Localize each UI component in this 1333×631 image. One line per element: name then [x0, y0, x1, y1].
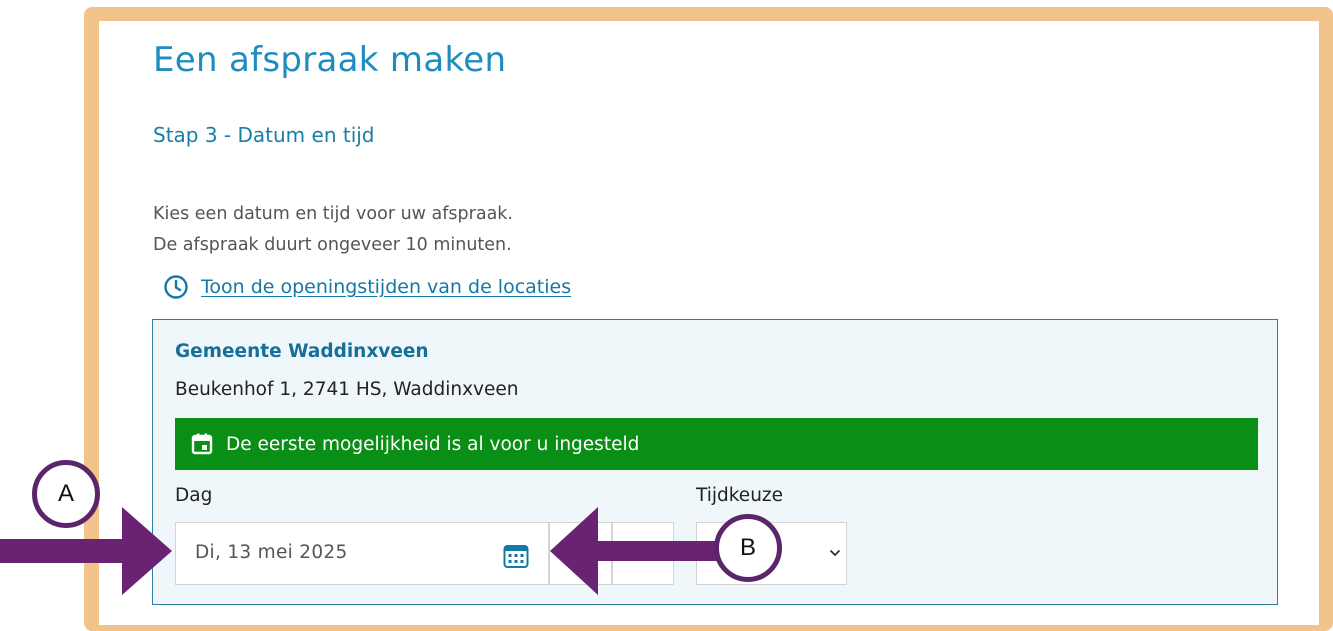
- time-label: Tijdkeuze: [696, 485, 784, 506]
- first-availability-notice: De eerste mogelijkheid is al voor u inge…: [175, 418, 1258, 470]
- opening-hours-link[interactable]: Toon de openingstijden van de locaties: [163, 274, 571, 300]
- day-label: Dag: [175, 485, 213, 506]
- clock-icon: [164, 275, 188, 299]
- intro-line: De afspraak duurt ongeveer 10 minuten.: [153, 235, 512, 255]
- callout-a: A: [32, 460, 100, 528]
- chevron-down-icon: [829, 549, 841, 557]
- opening-hours-link-label: Toon de openingstijden van de locaties: [201, 276, 572, 298]
- location-address: Beukenhof 1, 2741 HS, Waddinxveen: [175, 379, 519, 400]
- date-value: Di, 13 mei 2025: [195, 542, 348, 563]
- intro-text: Kies een datum en tijd voor uw afspraak.…: [153, 199, 513, 261]
- date-input[interactable]: Di, 13 mei 2025: [175, 522, 549, 585]
- location-name: Gemeente Waddinxveen: [175, 341, 429, 362]
- notice-text: De eerste mogelijkheid is al voor u inge…: [226, 433, 640, 455]
- page-title: Een afspraak maken: [153, 40, 507, 80]
- calendar-icon: [191, 433, 213, 455]
- annotation-arrow-left: [550, 507, 724, 595]
- intro-line: Kies een datum en tijd voor uw afspraak.: [153, 204, 513, 224]
- calendar-grid-icon[interactable]: [502, 542, 530, 570]
- step-heading: Stap 3 - Datum en tijd: [153, 123, 375, 147]
- callout-b: B: [714, 514, 782, 582]
